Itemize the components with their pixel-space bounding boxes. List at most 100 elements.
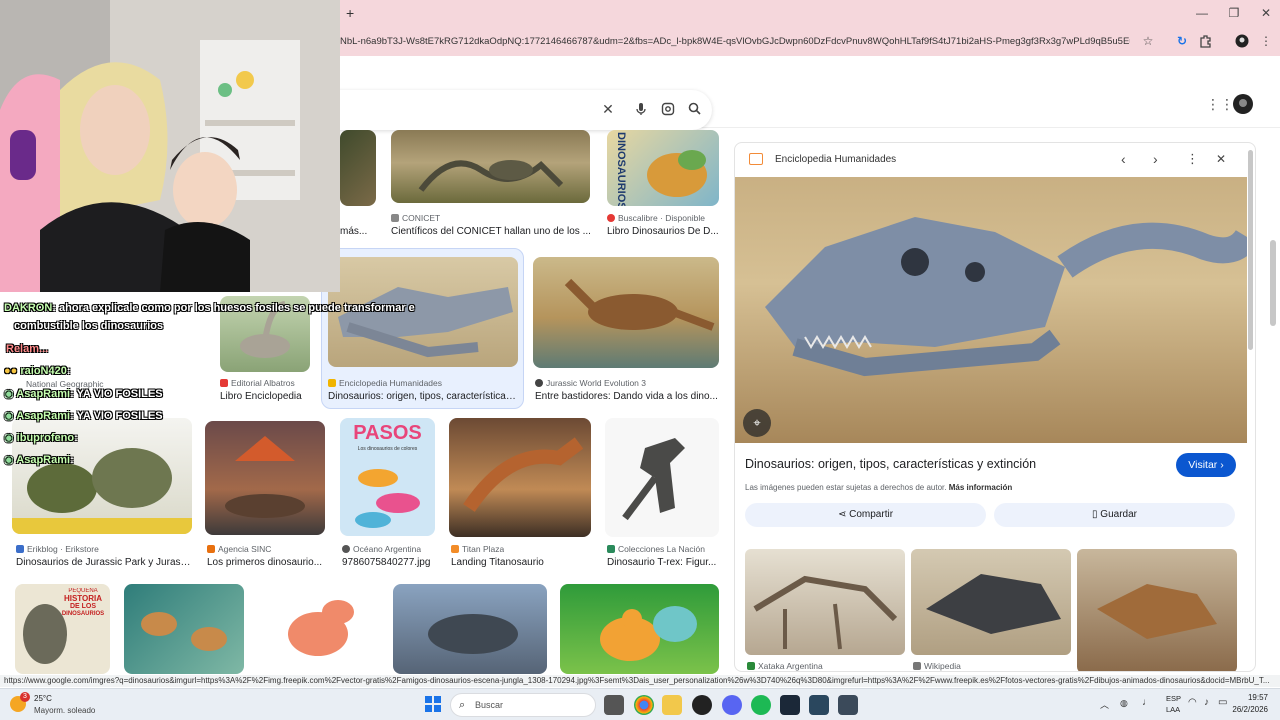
result-thumbnail[interactable] <box>124 584 244 674</box>
result-thumbnail[interactable] <box>340 130 376 206</box>
chat-text: : YA VIO FOSILES <box>70 388 163 400</box>
clear-search-icon[interactable]: ✕ <box>599 101 617 118</box>
chat-text: : <box>70 454 74 466</box>
result-title[interactable]: Landing Titanosaurio <box>451 557 591 568</box>
result-thumbnail[interactable] <box>533 257 719 368</box>
minimize-button[interactable]: — <box>1192 6 1212 20</box>
app-icon[interactable] <box>692 695 712 715</box>
tray-app-icon[interactable]: ◍ <box>1120 698 1128 709</box>
result-thumbnail[interactable] <box>449 418 591 537</box>
browser-menu-icon[interactable]: ⋮ <box>1258 34 1274 50</box>
result-thumbnail[interactable] <box>205 421 325 535</box>
app-icon[interactable] <box>838 695 858 715</box>
wifi-icon[interactable]: ◠ <box>1188 697 1197 708</box>
panel-title[interactable]: Dinosaurios: origen, tipos, característi… <box>745 457 1036 471</box>
weather-desc[interactable]: Mayorm. soleado <box>34 706 95 715</box>
voice-search-icon[interactable] <box>632 102 650 119</box>
search-icon[interactable] <box>685 102 703 118</box>
more-info-link[interactable]: Más información <box>949 483 1013 492</box>
chat-badge-icon: ◉ <box>4 388 14 400</box>
language-layout[interactable]: LAA <box>1166 705 1180 714</box>
related-image[interactable] <box>745 549 905 655</box>
result-thumbnail[interactable]: DINOSAURIOS <box>607 130 719 206</box>
result-title[interactable]: Dinosaurio T-rex: Figur... <box>607 557 719 568</box>
link-status-bar: https://www.google.com/imgres?q=dinosaur… <box>0 675 1280 687</box>
chat-text: : ahora explicale como por los huesos fo… <box>52 302 415 314</box>
result-thumbnail[interactable] <box>605 418 719 537</box>
related-image[interactable] <box>1077 549 1237 671</box>
site-favicon-icon <box>749 153 763 165</box>
chat-badge-icon: ◉ <box>4 432 14 444</box>
related-image[interactable] <box>911 549 1071 655</box>
bookmark-star-icon[interactable]: ☆ <box>1140 34 1156 50</box>
weather-temp[interactable]: 25°C <box>34 694 52 703</box>
result-thumbnail[interactable] <box>393 584 547 674</box>
windows-start-icon[interactable] <box>425 696 441 715</box>
result-title[interactable]: Libro Enciclopedia <box>220 391 310 402</box>
more-options-icon[interactable]: ⋮ <box>1186 151 1199 167</box>
maximize-button[interactable]: ❐ <box>1224 6 1244 20</box>
chat-message: ◉ AsapRami: YA VIO FOSILES <box>4 409 163 422</box>
panel-scrollbar[interactable] <box>1248 150 1253 350</box>
result-thumbnail[interactable]: PASOS Los dinosaurios de colores <box>340 418 435 536</box>
chat-text: : <box>74 432 78 444</box>
file-explorer-icon[interactable] <box>662 695 682 715</box>
result-thumbnail[interactable] <box>391 130 590 203</box>
discord-icon[interactable] <box>722 695 742 715</box>
chat-username: ibuprofeno <box>16 432 75 444</box>
tray-app-icon[interactable]: ♩ <box>1142 697 1152 708</box>
steam-icon[interactable] <box>780 695 800 715</box>
previous-image-icon[interactable]: ‹ <box>1121 151 1126 167</box>
save-button[interactable]: ▯ Guardar <box>994 503 1235 527</box>
save-label: Guardar <box>1100 509 1137 520</box>
clock-date[interactable]: 26/2/2026 <box>1212 705 1268 714</box>
translate-extension-icon[interactable]: ↻ <box>1174 34 1190 50</box>
related-source: Wikipedia <box>913 661 961 671</box>
result-title[interactable]: Libro Dinosaurios De D... <box>607 226 719 237</box>
visit-button[interactable]: Visitar › <box>1176 453 1236 477</box>
steam-icon[interactable] <box>809 695 829 715</box>
share-button[interactable]: ⋖ Compartir <box>745 503 986 527</box>
tray-chevron-icon[interactable]: ︿ <box>1100 698 1109 711</box>
chrome-icon[interactable] <box>634 695 654 715</box>
clock-time[interactable]: 19:57 <box>1220 693 1268 702</box>
account-avatar[interactable] <box>1233 94 1253 117</box>
book-spine-text: DINOSAURIOS <box>615 132 627 206</box>
result-title[interactable]: Científicos del CONICET hallan uno de lo… <box>391 226 591 237</box>
result-thumbnail[interactable] <box>560 584 719 674</box>
profile-avatar[interactable] <box>1234 34 1250 50</box>
result-title[interactable]: más... <box>340 226 380 237</box>
book-title-text: PASOS <box>353 422 422 444</box>
result-title[interactable]: Dinosaurios: origen, tipos, característi… <box>328 391 518 402</box>
task-view-icon[interactable] <box>604 695 624 715</box>
lens-search-icon[interactable]: ⌖ <box>743 409 771 437</box>
panel-site-name[interactable]: Enciclopedia Humanidades <box>775 154 896 165</box>
taskbar-search-box[interactable]: ⌕ Buscar <box>450 693 596 717</box>
language-indicator[interactable]: ESP <box>1166 694 1181 703</box>
close-panel-icon[interactable]: ✕ <box>1216 152 1226 166</box>
preview-image[interactable]: ⌖ <box>735 177 1247 443</box>
volume-icon[interactable]: ♪ <box>1204 697 1209 708</box>
related-source: Xataka Argentina <box>747 661 823 671</box>
result-title[interactable]: Los primeros dinosaurio... <box>207 557 325 568</box>
url-field[interactable]: NbL-n6a9bT3J-Ws8tE7kRG712dkaOdpNQ:177214… <box>340 36 1130 50</box>
chat-message: ◉ AsapRami: <box>4 453 74 466</box>
result-title[interactable]: 9786075840277.jpg <box>342 557 437 568</box>
webcam-overlay <box>0 0 340 292</box>
new-tab-button[interactable]: + <box>346 5 354 21</box>
result-thumbnail[interactable] <box>258 584 380 674</box>
next-image-icon[interactable]: › <box>1153 151 1158 167</box>
chat-username: DAKRON <box>4 302 53 314</box>
search-box[interactable]: ✕ <box>300 90 712 130</box>
close-window-button[interactable]: ✕ <box>1256 6 1276 20</box>
share-label: Compartir <box>849 509 894 520</box>
spotify-icon[interactable] <box>751 695 771 715</box>
chat-message: DAKRON: ahora explicale como por los hue… <box>4 302 415 314</box>
chat-username: Relam... <box>6 343 49 355</box>
result-title[interactable]: Entre bastidores: Dando vida a los dino.… <box>535 391 719 402</box>
page-scrollbar[interactable] <box>1270 240 1276 326</box>
result-title[interactable]: Dinosaurios de Jurassic Park y Jurass... <box>16 557 192 568</box>
book-line: DINOSAURIOS <box>61 611 105 618</box>
extensions-puzzle-icon[interactable] <box>1198 34 1214 50</box>
lens-search-icon[interactable] <box>659 102 677 119</box>
